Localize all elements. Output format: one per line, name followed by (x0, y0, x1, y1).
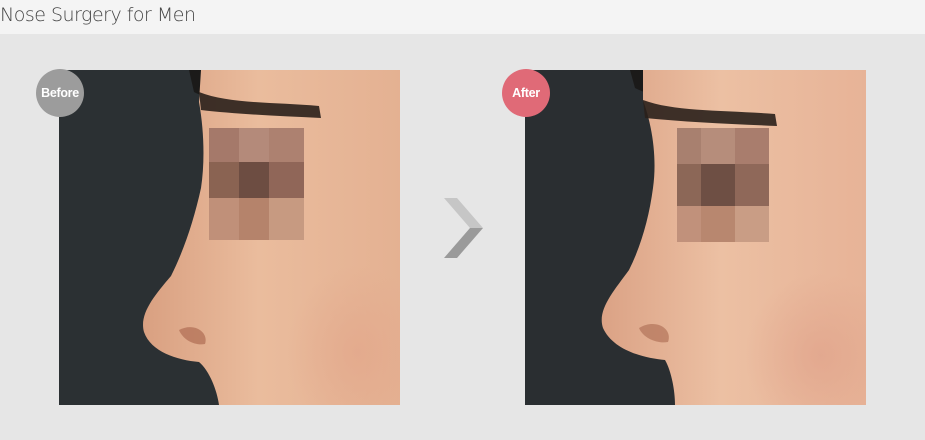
after-photo (525, 70, 866, 405)
title-bar: Nose Surgery for Men (0, 0, 925, 34)
after-badge: After (502, 69, 550, 117)
chevron-right-icon (444, 198, 483, 258)
before-photo (59, 70, 400, 405)
before-badge: Before (36, 69, 84, 117)
page-title: Nose Surgery for Men (0, 4, 196, 26)
